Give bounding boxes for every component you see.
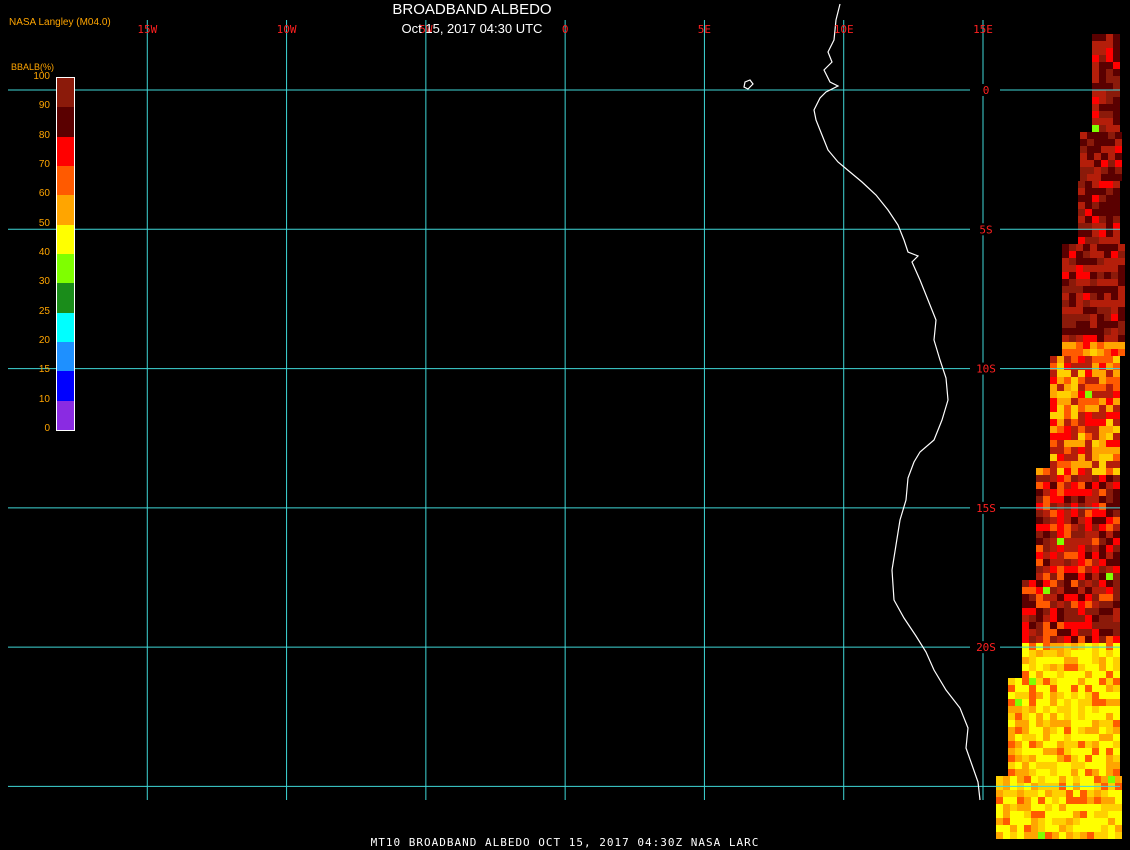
legend-tick-label: 50 [38,217,50,229]
albedo-swath [996,34,1125,839]
legend-tick-label: 10 [38,393,50,405]
latitude-label: 10S [976,363,996,376]
map-title: BROADBAND ALBEDO [392,1,552,18]
legend-swatch [57,136,74,167]
source-label: NASA Langley (M04.0) [9,17,111,28]
legend-tick-label: 60 [38,188,50,200]
legend-tick-label: 40 [38,247,50,258]
legend-tick-label: 15 [38,364,50,376]
legend-tick-label: 30 [38,276,50,288]
latitude-labels: 0 5S 10S 15S 20S [970,84,1000,654]
legend-tick-label: 25 [38,305,50,317]
map-subtitle: Oct 15, 2017 04:30 UTC [401,21,543,36]
legend-swatch [57,312,74,343]
map-canvas: 15W 10W 5W 0 5E 10E 15E 05S10S15S20S [8,3,1125,839]
latitude-label: 15S [976,502,996,515]
legend-tick-label: 80 [38,129,50,141]
legend-tick-label: 90 [38,100,50,112]
legend-swatch [57,107,74,138]
latitude-label: 20S [976,641,996,654]
legend-tick-label: 100 [33,71,50,82]
legend-swatch [57,400,74,431]
legend-swatch [57,224,74,255]
legend-swatch [57,371,74,402]
latitude-label: 0 [983,84,990,97]
legend-swatch [57,254,74,284]
coastline [813,3,981,801]
legend-swatch [57,195,74,226]
lat-lon-grid [8,20,1120,800]
longitude-label: 15E [973,23,993,36]
color-legend-bar [56,77,75,431]
legend-tick-label: 70 [38,159,50,170]
latitude-label: 5S [979,223,992,236]
footer-caption: MT10 BROADBAND ALBEDO OCT 15, 2017 04:30… [370,836,760,849]
legend-swatch [57,283,74,314]
legend-tick-label: 0 [44,423,50,434]
legend-swatch [57,78,74,108]
legend-swatch [57,342,74,372]
legend-tick-label: 20 [38,335,50,346]
legend-swatch [57,166,74,196]
island-outline [743,79,754,90]
